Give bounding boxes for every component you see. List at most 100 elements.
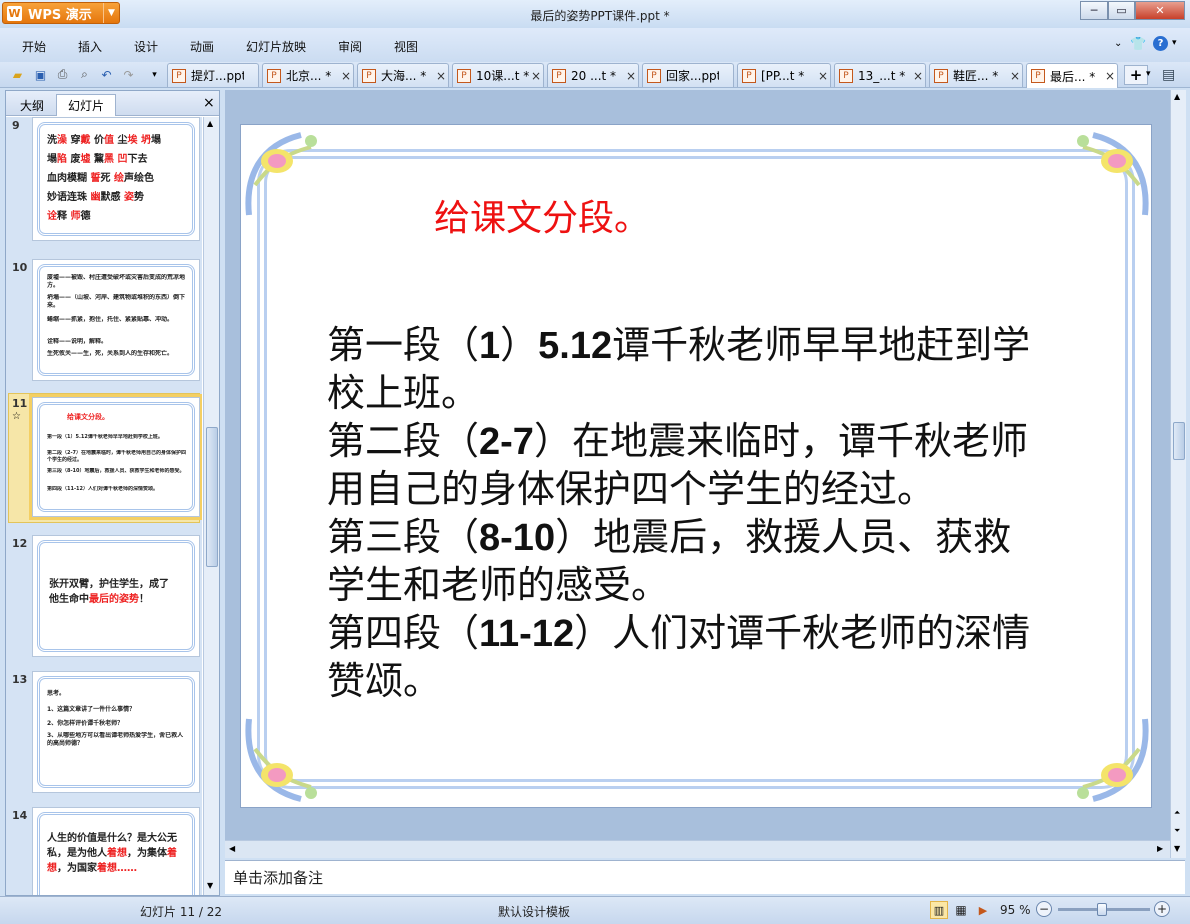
slide-horizontal-scrollbar[interactable]: ◀ ▶: [225, 840, 1170, 858]
doc-tab-5[interactable]: P 20 ...t * ×: [547, 63, 639, 87]
ppt-file-icon: P: [457, 68, 471, 83]
floral-corner-top-right: [1077, 132, 1149, 216]
slide-thumbnail-11[interactable]: 给课文分段。 第一段（1）5.12谭千秋老师早早地赶到学校上班。 第二段（2-7…: [29, 394, 202, 520]
doc-tab-8[interactable]: P 13_...t * ×: [834, 63, 926, 87]
scroll-thumb[interactable]: [1173, 422, 1185, 460]
window-title: 最后的姿势PPT课件.ppt *: [530, 9, 670, 23]
close-tab-icon[interactable]: ×: [624, 69, 638, 83]
close-tab-icon[interactable]: ×: [911, 69, 925, 83]
next-slide-icon[interactable]: ⏷: [1174, 826, 1180, 836]
floral-corner-bottom-right: [1077, 718, 1149, 802]
menu-view[interactable]: 视图: [394, 38, 418, 55]
quick-access-and-tabs: ▰ ▣ ⎙ ⌕ ↶ ↷ ▾ P 提灯...ppt P 北京... * × P 大海...…: [0, 62, 1190, 88]
zoom-out-icon[interactable]: −: [1036, 901, 1052, 917]
close-window-button[interactable]: ✕: [1135, 1, 1185, 20]
previous-slide-icon[interactable]: ⏶: [1174, 808, 1180, 818]
close-tab-icon[interactable]: ×: [529, 69, 543, 83]
scroll-thumb[interactable]: [206, 427, 218, 567]
tab-list-icon[interactable]: ▤: [1162, 67, 1175, 83]
slide-number: 10: [12, 261, 28, 274]
skin-shirt-icon[interactable]: 👕: [1130, 37, 1146, 52]
ppt-file-icon: P: [647, 68, 661, 83]
tab-outline[interactable]: 大纲: [12, 94, 52, 116]
slide-number: 11: [12, 397, 28, 410]
ppt-file-icon: P: [742, 68, 756, 83]
slide-thumbnail-9[interactable]: 洗澡 穿戴 价值 尘埃 坍塌 塌陷 废墟 黧黑 凹下去 血肉模糊 誓死 绘声绘色…: [32, 117, 200, 241]
print-preview-icon[interactable]: ⌕: [76, 66, 93, 83]
new-tab-plus-icon[interactable]: +: [1124, 65, 1148, 85]
scroll-right-icon[interactable]: ▶: [1157, 844, 1163, 853]
menu-home[interactable]: 开始: [22, 38, 46, 55]
close-tab-icon[interactable]: ×: [1103, 69, 1117, 83]
slide-body-line: 校上班。: [327, 371, 480, 415]
redo-icon[interactable]: ↷: [120, 66, 137, 83]
wps-logo-icon: W: [7, 5, 22, 21]
help-dropdown-icon[interactable]: ▾: [1172, 38, 1177, 48]
wps-app-menu-button[interactable]: W WPS 演示 ▼: [2, 2, 120, 24]
slideshow-play-icon[interactable]: ▶: [974, 901, 992, 919]
slide-vertical-scrollbar[interactable]: ▲ ⏶ ⏷ ▼: [1170, 90, 1186, 858]
ppt-file-icon: P: [172, 68, 186, 83]
close-tab-icon[interactable]: ×: [339, 69, 353, 83]
scroll-left-icon[interactable]: ◀: [229, 844, 235, 853]
doc-tab-6[interactable]: P 回家...ppt: [642, 63, 734, 87]
zoom-in-icon[interactable]: +: [1154, 901, 1170, 917]
slide-sorter-icon[interactable]: ▦: [952, 901, 970, 919]
doc-tab-3[interactable]: P 大海... * ×: [357, 63, 449, 87]
menu-slideshow[interactable]: 幻灯片放映: [246, 38, 306, 55]
ppt-file-icon: P: [267, 68, 281, 83]
menu-design[interactable]: 设计: [134, 38, 158, 55]
scroll-up-icon[interactable]: ▲: [1174, 92, 1180, 101]
doc-tab-4[interactable]: P 10课...t * ×: [452, 63, 544, 87]
doc-tab-active[interactable]: P 最后... * ×: [1026, 63, 1118, 88]
slide-body-line: 第二段（2-7）在地震来临时，谭千秋老师: [327, 419, 1028, 463]
slide-thumbnail-14[interactable]: 人生的价值是什么？是大公无 私，是为他人着想，为集体着 想，为国家着想……: [32, 807, 200, 895]
close-tab-icon[interactable]: ×: [816, 69, 830, 83]
menu-animation[interactable]: 动画: [190, 38, 214, 55]
maximize-button[interactable]: ▭: [1108, 1, 1135, 20]
doc-tab-2[interactable]: P 北京... * ×: [262, 63, 354, 87]
print-icon[interactable]: ⎙: [54, 66, 71, 83]
zoom-slider-thumb[interactable]: [1096, 903, 1107, 916]
close-tab-icon[interactable]: ×: [434, 69, 448, 83]
scroll-down-icon[interactable]: ▼: [1174, 844, 1180, 853]
floral-corner-top-left: [245, 132, 317, 216]
undo-icon[interactable]: ↶: [98, 66, 115, 83]
slide-counter: 幻灯片 11 / 22: [140, 905, 223, 919]
scroll-up-icon[interactable]: ▲: [207, 119, 213, 128]
current-slide[interactable]: 给课文分段。 第一段（1）5.12谭千秋老师早早地赶到学 校上班。 第二段（2-…: [240, 124, 1152, 808]
slide-thumbnail-12[interactable]: 张开双臂，护住学生，成了 他生命中最后的姿势！: [32, 535, 200, 657]
scroll-down-icon[interactable]: ▼: [207, 881, 213, 890]
new-tab-dropdown-icon[interactable]: ▾: [1146, 69, 1151, 79]
doc-tab-9[interactable]: P 鞋匠... * ×: [929, 63, 1023, 87]
normal-view-icon[interactable]: ▥: [930, 901, 948, 919]
save-icon[interactable]: ▣: [32, 66, 49, 83]
tab-slides[interactable]: 幻灯片: [56, 94, 116, 116]
slide-number: 13: [12, 673, 28, 686]
notes-pane[interactable]: 单击添加备注: [225, 860, 1185, 894]
slide-body-line: 赞颂。: [327, 659, 442, 703]
help-icon[interactable]: ?: [1153, 36, 1168, 51]
menu-insert[interactable]: 插入: [78, 38, 102, 55]
thumbnail-scrollbar[interactable]: ▲ ▼: [203, 117, 219, 895]
menu-bar: 开始 插入 设计 动画 幻灯片放映 审阅 视图 ⌄ 👕 ? ▾: [0, 28, 1190, 62]
slide-body-line: 用自己的身体保护四个学生的经过。: [327, 467, 936, 511]
slide-thumbnail-10[interactable]: 废墟——被毁、村庄遭受破坏或灾害后变成的荒凉地方。 坍塌——（山坡、河岸、建筑物…: [32, 259, 200, 381]
doc-tab-7[interactable]: P [PP...t * ×: [737, 63, 831, 87]
slide-body-line: 第四段（11-12）人们对谭千秋老师的深情: [327, 611, 1031, 655]
pane-tabs: 大纲 幻灯片 ×: [6, 91, 219, 116]
customize-toolbar-icon[interactable]: ▾: [146, 66, 163, 83]
ribbon-collapse-icon[interactable]: ⌄: [1114, 38, 1122, 49]
ppt-file-icon: P: [839, 68, 853, 83]
doc-tab-1[interactable]: P 提灯...ppt: [167, 63, 259, 87]
open-folder-icon[interactable]: ▰: [9, 66, 26, 83]
close-pane-icon[interactable]: ×: [203, 95, 215, 111]
slide-number: 9: [12, 119, 20, 132]
slide-navigation-pane: 大纲 幻灯片 × 9 洗澡 穿戴 价值 尘埃 坍塌 塌陷 废墟 黧黑 凹下去 血…: [5, 90, 220, 896]
menu-review[interactable]: 审阅: [338, 38, 362, 55]
minimize-button[interactable]: ─: [1080, 1, 1108, 20]
slide-title[interactable]: 给课文分段。: [434, 189, 650, 241]
close-tab-icon[interactable]: ×: [1008, 69, 1022, 83]
template-name: 默认设计模板: [498, 905, 571, 919]
slide-thumbnail-13[interactable]: 思考。 1、这篇文章讲了一件什么事情？ 2、你怎样评价谭千秋老师？ 3、从哪些地…: [32, 671, 200, 793]
